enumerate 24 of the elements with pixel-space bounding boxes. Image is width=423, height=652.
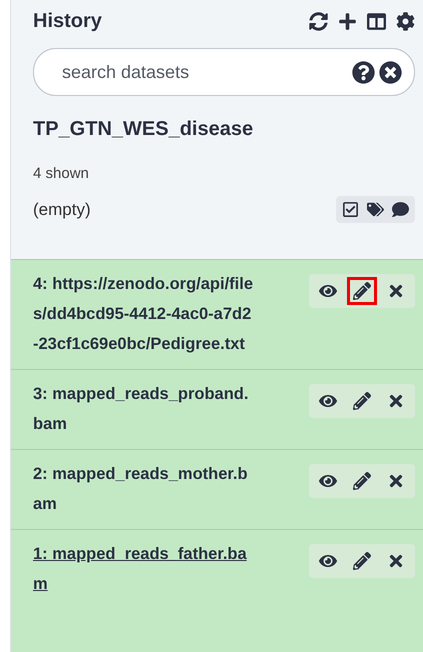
pencil-icon[interactable] (347, 277, 377, 305)
history-name[interactable]: TP_GTN_WES_disease (33, 118, 415, 141)
dataset-title[interactable]: 4: https://zenodo.org/api/files/dd4bcd95-4412-4ac0-a7d2-23cf1c69e0bc/Pedigree.txt (33, 269, 255, 359)
dataset-item[interactable]: 4: https://zenodo.org/api/files/dd4bcd95-4412-4ac0-a7d2-23cf1c69e0bc/Pedigree.txt (11, 259, 423, 369)
clear-icon[interactable] (377, 60, 404, 84)
dataset-item[interactable]: 2: mapped_reads_mother.bam (11, 449, 423, 529)
search-field[interactable]: search datasets (33, 48, 415, 96)
columns-icon[interactable] (367, 12, 386, 30)
dataset-item[interactable]: 1: mapped_reads_father.bam (11, 529, 423, 652)
history-annotation: (empty) (33, 200, 91, 220)
shown-count: 4 shown (33, 165, 90, 182)
dataset-title[interactable]: 1: mapped_reads_father.bam (33, 539, 255, 599)
dataset-title[interactable]: 3: mapped_reads_proband.bam (33, 379, 255, 439)
checkbox-icon[interactable] (342, 201, 359, 218)
panel-title: History (33, 10, 102, 32)
refresh-icon[interactable] (309, 12, 328, 30)
plus-icon[interactable] (338, 12, 357, 30)
help-icon[interactable] (350, 60, 377, 84)
search-input[interactable]: search datasets (60, 60, 350, 84)
tags-icon[interactable] (367, 201, 384, 218)
comment-icon[interactable] (392, 201, 409, 218)
settings-icon[interactable] (396, 12, 415, 30)
dataset-item[interactable]: 3: mapped_reads_proband.bam (11, 369, 423, 449)
dataset-title[interactable]: 2: mapped_reads_mother.bam (33, 459, 255, 519)
